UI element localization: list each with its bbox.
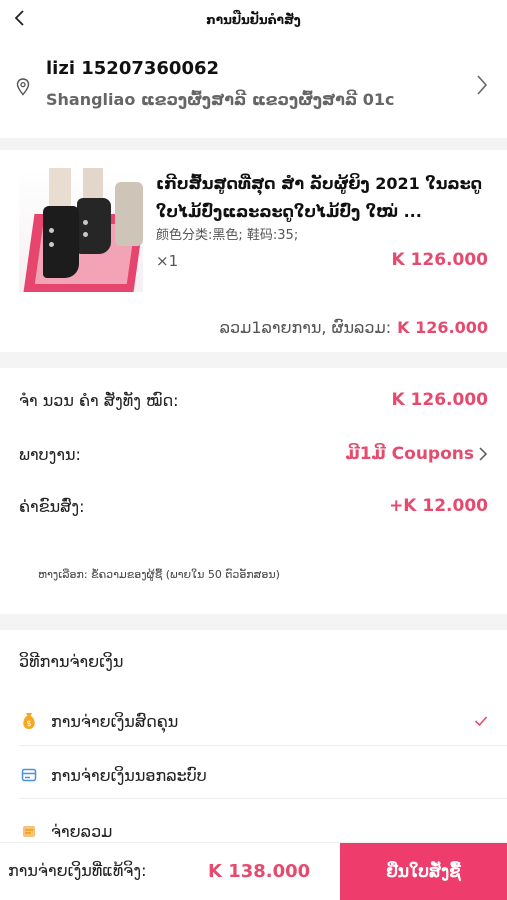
product-thumbnail[interactable] <box>19 168 143 292</box>
product-title[interactable]: ເກີບສົ້ນສູດທີ່ສຸດ ສຳ ລັບຜູ້ຍິງ 2021 ໃນລະ… <box>156 170 490 226</box>
goods-total-row: ຈຳ ນວນ ຄຳ ສັ່ງທັງ ໝົດ: K 126.000 <box>19 385 488 415</box>
money-bag-icon: $ <box>19 711 39 731</box>
chevron-right-icon <box>477 75 488 95</box>
product-variant: 颜色分类:黑色; 鞋码:35; <box>156 228 299 243</box>
actual-payment-label: ການຈ່າຍເງິນທີ່ແທ້ຈິງ: <box>8 861 147 880</box>
submit-order-button[interactable]: ຢືນໃບສັ່ງຊື້ <box>340 843 507 900</box>
svg-text:$: $ <box>26 719 31 728</box>
top-bar: ການຢືນຢັນຄຳສັ່ງ <box>0 0 507 40</box>
payment-method-title: ວິທີການຈ່າຍເງິນ <box>19 652 124 671</box>
checkmark-icon <box>474 716 488 727</box>
goods-total-value: K 126.000 <box>391 390 488 410</box>
shipping-address-card[interactable]: lizi 15207360062 Shangliao ແຂວງຜົ້ງສາລີ … <box>0 40 507 174</box>
shipping-fee-label: ຄ່າຂົນສົ່ງ: <box>19 496 85 516</box>
back-button[interactable] <box>8 6 32 30</box>
goods-total-label: ຈຳ ນວນ ຄຳ ສັ່ງທັງ ໝົດ: <box>19 390 179 410</box>
address-detail: Shangliao ແຂວງຜົ້ງສາລີ ແຂວງຜົ້ງສາລີ 01c <box>46 90 395 109</box>
order-summary: ຈຳ ນວນ ຄຳ ສັ່ງທັງ ໝົດ: K 126.000 ພາບງານ:… <box>0 368 507 614</box>
recipient-name-phone: lizi 15207360062 <box>46 58 220 79</box>
payment-option-offline[interactable]: ການຈ່າຍເງິນນອກລະບົບ <box>19 756 488 794</box>
payment-option-label: ຈ່າຍລວມ <box>51 821 113 841</box>
coupon-value: ມີ1ມີ Coupons <box>345 444 474 464</box>
items-subtotal: ລວມ1ລາຍການ, ຜົນລວມ: K 126.000 <box>220 318 488 337</box>
chevron-left-icon <box>14 10 24 26</box>
buyer-message-input[interactable]: ຫາງເລືອກ: ຂໍ້ຄວາມຂອງຜູ້ຊື້ (ພາຍໃນ 50 ຕົວ… <box>38 568 280 581</box>
actual-payment-amount: K 138.000 <box>208 861 311 882</box>
payment-option-label: ການຈ່າຍເງິນນອກລະບົບ <box>51 765 207 785</box>
subtotal-label: ລວມ1ລາຍການ, ຜົນລວມ: <box>219 318 392 337</box>
payment-option-label: ການຈ່າຍເງິນສົດຄຸນ <box>51 711 179 731</box>
page-title: ການຢືນຢັນຄຳສັ່ງ <box>206 13 301 27</box>
chevron-right-icon <box>479 447 488 461</box>
subtotal-amount: K 126.000 <box>397 318 488 337</box>
divider <box>19 798 507 799</box>
shipping-fee-value: +K 12.000 <box>389 496 488 516</box>
location-pin-icon <box>16 78 30 96</box>
wallet-icon <box>19 821 39 841</box>
order-item-card: ເກີບສົ້ນສູດທີ່ສຸດ ສຳ ລັບຜູ້ຍິງ 2021 ໃນລະ… <box>0 150 507 352</box>
checkout-bar: ການຈ່າຍເງິນທີ່ແທ້ຈິງ: K 138.000 ຢືນໃບສັ່… <box>0 842 507 900</box>
product-price: K 126.000 <box>391 250 488 270</box>
divider <box>19 745 507 746</box>
payment-option-cod[interactable]: $ ການຈ່າຍເງິນສົດຄຸນ <box>19 702 488 740</box>
coupon-row[interactable]: ພາບງານ: ມີ1ມີ Coupons <box>19 439 488 469</box>
card-icon <box>19 765 39 785</box>
shipping-fee-row: ຄ່າຂົນສົ່ງ: +K 12.000 <box>19 491 488 521</box>
payment-method-section: ວິທີການຈ່າຍເງິນ $ ການຈ່າຍເງິນສົດຄຸນ ການຈ… <box>0 630 507 842</box>
product-quantity: ×1 <box>156 252 179 270</box>
coupon-label: ພາບງານ: <box>19 444 81 464</box>
coupon-selector[interactable]: ມີ1ມີ Coupons <box>345 444 488 464</box>
